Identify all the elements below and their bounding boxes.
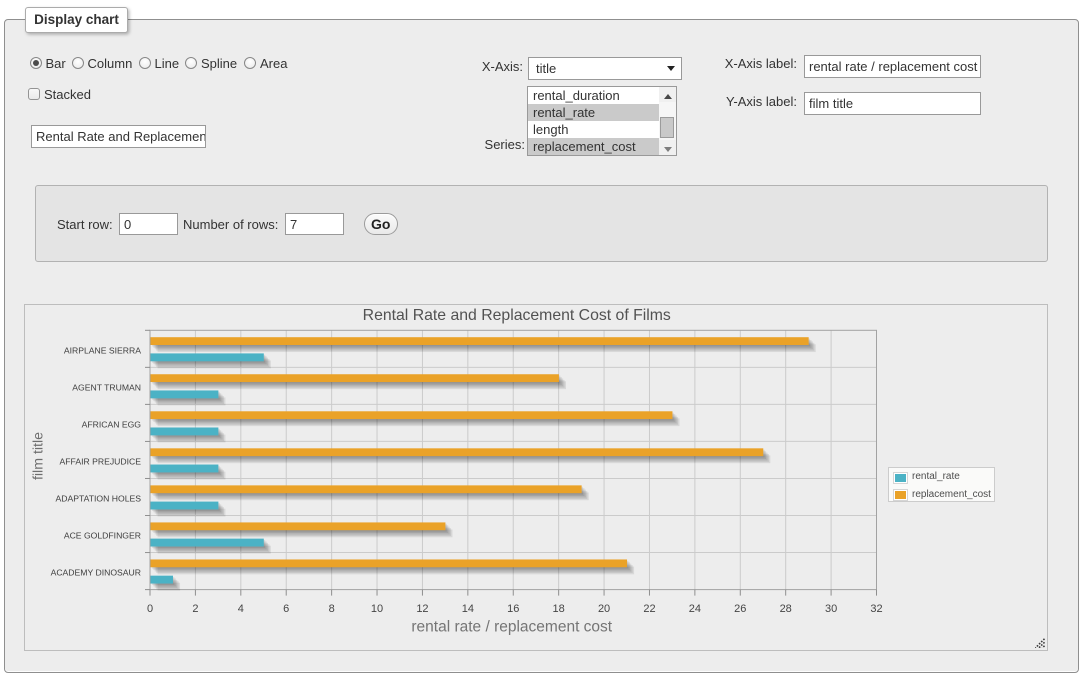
svg-text:14: 14 — [462, 603, 474, 615]
svg-text:AFRICAN EGG: AFRICAN EGG — [82, 419, 142, 429]
svg-text:AIRPLANE SIERRA: AIRPLANE SIERRA — [64, 345, 141, 355]
svg-text:10: 10 — [371, 603, 383, 615]
svg-text:ADAPTATION HOLES: ADAPTATION HOLES — [56, 493, 142, 503]
svg-text:30: 30 — [825, 603, 837, 615]
svg-text:rental rate / replacement cost: rental rate / replacement cost — [411, 618, 612, 635]
svg-text:6: 6 — [283, 603, 289, 615]
svg-text:2: 2 — [192, 603, 198, 615]
svg-text:ACADEMY DINOSAUR: ACADEMY DINOSAUR — [51, 568, 141, 578]
svg-text:film title: film title — [31, 432, 47, 480]
svg-text:AFFAIR PREJUDICE: AFFAIR PREJUDICE — [60, 456, 142, 466]
svg-text:16: 16 — [507, 603, 519, 615]
svg-text:26: 26 — [734, 603, 746, 615]
svg-text:ACE GOLDFINGER: ACE GOLDFINGER — [64, 531, 141, 541]
svg-text:24: 24 — [689, 603, 701, 615]
svg-text:AGENT TRUMAN: AGENT TRUMAN — [72, 382, 141, 392]
svg-text:32: 32 — [870, 603, 882, 615]
svg-text:18: 18 — [553, 603, 565, 615]
svg-text:28: 28 — [780, 603, 792, 615]
svg-text:Rental Rate and Replacement Co: Rental Rate and Replacement Cost of Film… — [363, 307, 671, 324]
svg-text:20: 20 — [598, 603, 610, 615]
svg-text:0: 0 — [147, 603, 153, 615]
svg-text:22: 22 — [643, 603, 655, 615]
svg-text:12: 12 — [416, 603, 428, 615]
svg-text:8: 8 — [329, 603, 335, 615]
svg-text:4: 4 — [238, 603, 244, 615]
